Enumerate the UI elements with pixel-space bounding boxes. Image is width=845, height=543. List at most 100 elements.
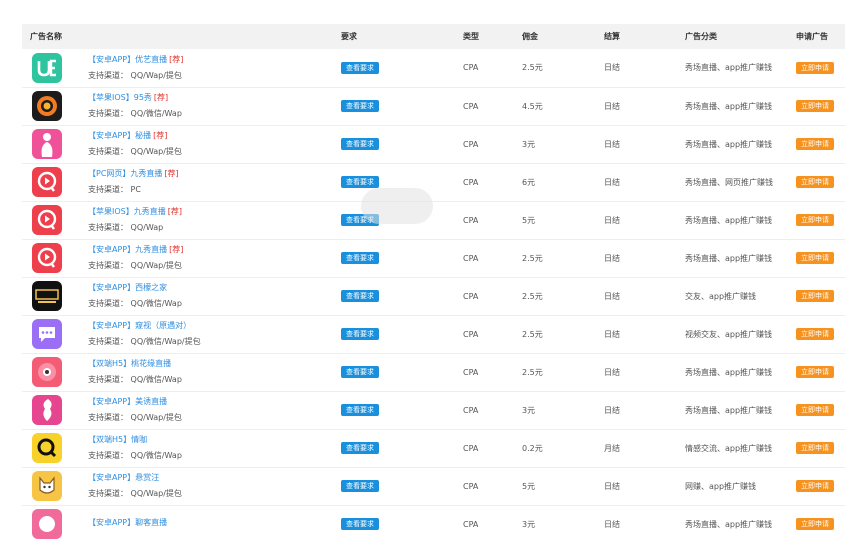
apply-cell: 立即申请 bbox=[786, 467, 845, 505]
ad-type: CPA bbox=[463, 291, 479, 301]
ad-category: 秀场直播、app推广赚钱 bbox=[685, 367, 773, 377]
view-requirement-button[interactable]: 查看要求 bbox=[341, 176, 379, 188]
requirement-cell: 查看要求 bbox=[331, 353, 453, 391]
qingka-logo-icon bbox=[32, 433, 84, 463]
ad-title[interactable]: 【安卓APP】窥视（原遇对） bbox=[88, 319, 331, 332]
ad-title[interactable]: 【双端H5】桃花缘直播 bbox=[88, 357, 331, 370]
view-requirement-button[interactable]: 查看要求 bbox=[341, 100, 379, 112]
ad-title[interactable]: 【安卓APP】秘播 [荐] bbox=[88, 129, 331, 142]
dog-logo-icon bbox=[32, 471, 84, 501]
ad-name-cell: 【苹果IOS】九秀直播 [荐] 支持渠道： QQ/Wap bbox=[84, 201, 331, 239]
recommended-tag: [荐] bbox=[153, 131, 168, 140]
ad-platform[interactable]: 【安卓APP】 bbox=[88, 321, 135, 330]
apply-now-button[interactable]: 立即申请 bbox=[796, 404, 834, 416]
ad-title[interactable]: 【PC网页】九秀直播 [荐] bbox=[88, 167, 331, 180]
ad-platform[interactable]: 【安卓APP】 bbox=[88, 245, 135, 254]
supported-channels: 支持渠道： QQ/Wap/提包 bbox=[88, 261, 182, 270]
apply-now-button[interactable]: 立即申请 bbox=[796, 252, 834, 264]
ad-title[interactable]: 【安卓APP】西檬之家 bbox=[88, 281, 331, 294]
apply-now-button[interactable]: 立即申请 bbox=[796, 290, 834, 302]
ad-settlement: 日结 bbox=[604, 101, 620, 111]
ad-title[interactable]: 【安卓APP】悬赏汪 bbox=[88, 471, 331, 484]
ad-commission: 5元 bbox=[522, 481, 536, 491]
view-requirement-button[interactable]: 查看要求 bbox=[341, 138, 379, 150]
ad-name[interactable]: 秘播 bbox=[135, 131, 151, 140]
ad-platform[interactable]: 【安卓APP】 bbox=[88, 283, 135, 292]
supported-channels: 支持渠道： QQ/微信/Wap/提包 bbox=[88, 337, 201, 346]
loading-overlay bbox=[361, 188, 433, 224]
ad-name[interactable]: 九秀直播 bbox=[134, 207, 166, 216]
ad-category: 秀场直播、app推广赚钱 bbox=[685, 139, 773, 149]
ad-name-cell: 【苹果IOS】95秀 [荐] 支持渠道： QQ/微信/Wap bbox=[84, 87, 331, 125]
ad-title[interactable]: 【苹果IOS】95秀 [荐] bbox=[88, 91, 331, 104]
view-requirement-button[interactable]: 查看要求 bbox=[341, 480, 379, 492]
ad-platform[interactable]: 【安卓APP】 bbox=[88, 518, 135, 527]
ad-name[interactable]: 九秀直播 bbox=[130, 169, 162, 178]
apply-cell: 立即申请 bbox=[786, 49, 845, 87]
view-requirement-button[interactable]: 查看要求 bbox=[341, 252, 379, 264]
ad-title[interactable]: 【安卓APP】聊客直播 bbox=[88, 516, 331, 529]
ad-platform[interactable]: 【双端H5】 bbox=[88, 359, 131, 368]
ad-platform[interactable]: 【苹果IOS】 bbox=[88, 207, 134, 216]
ad-platform[interactable]: 【安卓APP】 bbox=[88, 397, 135, 406]
ad-name[interactable]: 优艺直播 bbox=[135, 55, 167, 64]
taohua-logo-icon bbox=[32, 357, 84, 387]
view-requirement-button[interactable]: 查看要求 bbox=[341, 518, 379, 530]
ad-title[interactable]: 【安卓APP】优艺直播 [荐] bbox=[88, 53, 331, 66]
supported-channels: 支持渠道： QQ/Wap/提包 bbox=[88, 70, 182, 80]
apply-now-button[interactable]: 立即申请 bbox=[796, 442, 834, 454]
ad-name[interactable]: 聊客直播 bbox=[135, 518, 167, 527]
view-requirement-button[interactable]: 查看要求 bbox=[341, 290, 379, 302]
logo-cell bbox=[22, 467, 84, 505]
ad-commission: 6元 bbox=[522, 177, 536, 187]
view-requirement-button[interactable]: 查看要求 bbox=[341, 366, 379, 378]
ad-platform[interactable]: 【安卓APP】 bbox=[88, 131, 135, 140]
ad-platform[interactable]: 【安卓APP】 bbox=[88, 473, 135, 482]
ad-name[interactable]: 悬赏汪 bbox=[135, 473, 159, 482]
logo-cell bbox=[22, 429, 84, 467]
ad-list-panel: 广告名称 要求 类型 佣金 结算 广告分类 申请广告 【安卓APP】优艺直播 [荐… bbox=[22, 24, 845, 543]
apply-cell: 立即申请 bbox=[786, 315, 845, 353]
ad-name[interactable]: 窥视（原遇对） bbox=[135, 321, 191, 330]
ad-name[interactable]: 95秀 bbox=[134, 93, 152, 102]
liaoke-logo-icon bbox=[32, 509, 84, 539]
view-requirement-button[interactable]: 查看要求 bbox=[341, 328, 379, 340]
apply-now-button[interactable]: 立即申请 bbox=[796, 214, 834, 226]
ad-category: 交友、app推广赚钱 bbox=[685, 291, 757, 301]
supported-channels: 支持渠道： QQ/Wap bbox=[88, 223, 164, 232]
ad-name[interactable]: 西檬之家 bbox=[135, 283, 167, 292]
table-row: 【安卓APP】聊客直播 查看要求 CPA 3元 日结 秀场直播、app推广赚钱 立即申请 bbox=[22, 505, 845, 543]
ad-commission: 2.5元 bbox=[522, 329, 543, 339]
recommended-tag: [荐] bbox=[153, 93, 169, 102]
ad-title[interactable]: 【安卓APP】九秀直播 [荐] bbox=[88, 243, 331, 256]
apply-now-button[interactable]: 立即申请 bbox=[796, 366, 834, 378]
ad-platform[interactable]: 【苹果IOS】 bbox=[88, 93, 134, 102]
ad-name[interactable]: 桃花缘直播 bbox=[131, 359, 171, 368]
ad-commission: 3元 bbox=[522, 519, 536, 529]
supported-channels: 支持渠道： QQ/微信/Wap bbox=[88, 375, 182, 384]
table-row: 【安卓APP】秘播 [荐] 支持渠道： QQ/Wap/提包 查看要求 CPA 3元 日结 秀场… bbox=[22, 125, 845, 163]
view-requirement-button[interactable]: 查看要求 bbox=[341, 404, 379, 416]
apply-now-button[interactable]: 立即申请 bbox=[796, 138, 834, 150]
apply-now-button[interactable]: 立即申请 bbox=[796, 100, 834, 112]
ad-settlement: 日结 bbox=[604, 481, 620, 491]
ad-name[interactable]: 情咖 bbox=[131, 435, 147, 444]
ad-title[interactable]: 【双端H5】情咖 bbox=[88, 433, 331, 446]
view-requirement-button[interactable]: 查看要求 bbox=[341, 61, 379, 74]
ad-name[interactable]: 九秀直播 bbox=[135, 245, 167, 254]
view-requirement-button[interactable]: 查看要求 bbox=[341, 442, 379, 454]
ad-platform[interactable]: 【双端H5】 bbox=[88, 435, 131, 444]
ad-platform[interactable]: 【PC网页】 bbox=[88, 169, 130, 178]
ad-title[interactable]: 【安卓APP】美诱直播 bbox=[88, 395, 331, 408]
logo-cell bbox=[22, 277, 84, 315]
apply-now-button[interactable]: 立即申请 bbox=[796, 61, 834, 74]
ad-title[interactable]: 【苹果IOS】九秀直播 [荐] bbox=[88, 205, 331, 218]
header-ad-name: 广告名称 bbox=[30, 32, 62, 41]
ad-platform[interactable]: 【安卓APP】 bbox=[88, 55, 135, 64]
apply-now-button[interactable]: 立即申请 bbox=[796, 176, 834, 188]
apply-now-button[interactable]: 立即申请 bbox=[796, 518, 834, 530]
table-row: 【安卓APP】九秀直播 [荐] 支持渠道： QQ/Wap/提包 查看要求 CPA 2.5元… bbox=[22, 239, 845, 277]
ad-name[interactable]: 美诱直播 bbox=[135, 397, 167, 406]
apply-now-button[interactable]: 立即申请 bbox=[796, 480, 834, 492]
apply-now-button[interactable]: 立即申请 bbox=[796, 328, 834, 340]
